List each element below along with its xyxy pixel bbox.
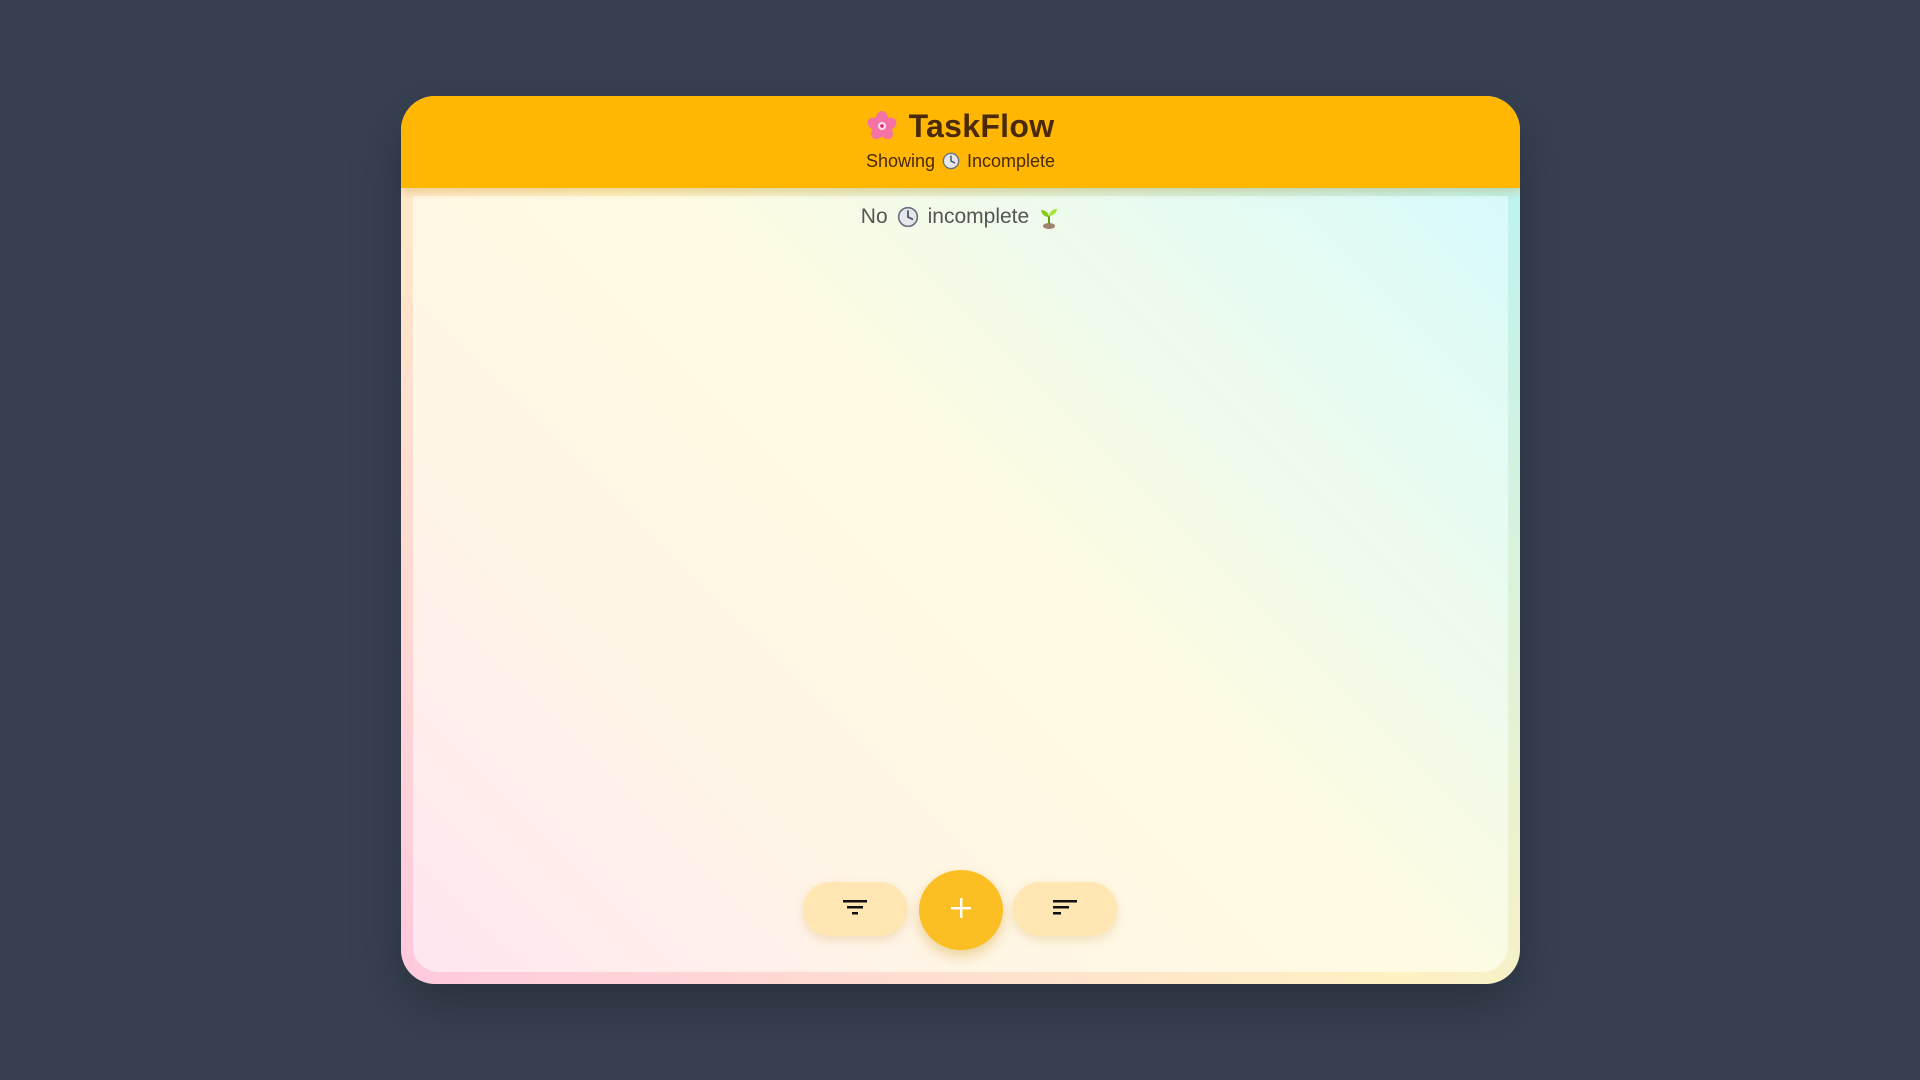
subtitle-filter: Incomplete: [966, 150, 1056, 171]
filter-button[interactable]: [803, 882, 907, 936]
task-app-window: TaskFlow Showing Incomplete No incomplet…: [401, 96, 1520, 984]
bottom-toolbar: [401, 870, 1520, 950]
sprout-icon: [1038, 205, 1060, 229]
app-header: TaskFlow Showing Incomplete: [401, 96, 1520, 188]
clock-icon: [897, 206, 919, 228]
title-row: TaskFlow: [401, 106, 1520, 146]
clock-icon: [942, 152, 960, 170]
filter-status: Showing Incomplete: [401, 150, 1520, 172]
subtitle-prefix: Showing: [865, 150, 935, 171]
sort-icon: [1052, 897, 1078, 922]
sort-button[interactable]: [1013, 882, 1117, 936]
cherry-blossom-icon: [867, 111, 897, 141]
empty-state: No incomplete: [401, 203, 1520, 231]
empty-prefix: No: [860, 205, 888, 228]
empty-text: incomplete: [927, 205, 1030, 228]
plus-icon: [950, 897, 972, 924]
app-title: TaskFlow: [908, 107, 1055, 144]
task-list-area: [413, 196, 1508, 972]
filter-icon: [842, 897, 868, 922]
add-task-button[interactable]: [919, 870, 1003, 950]
